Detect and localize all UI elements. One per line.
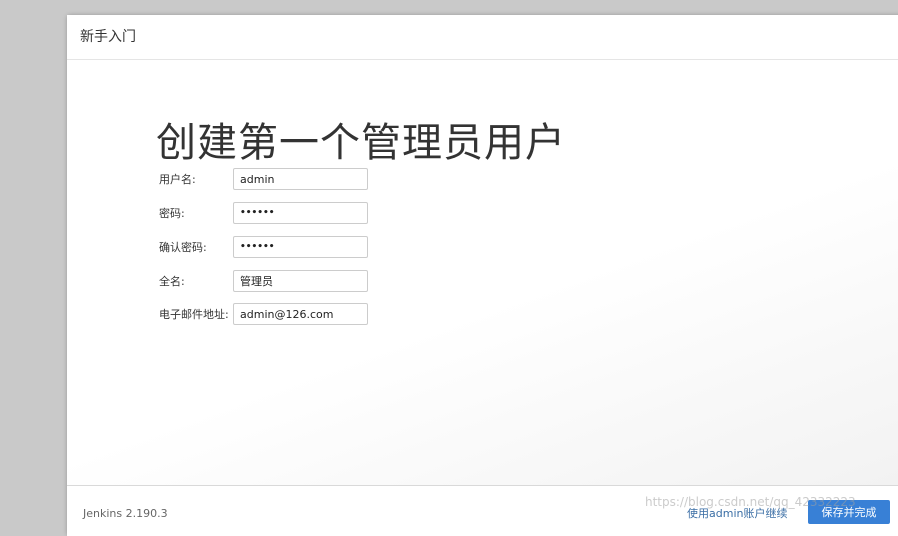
- page-heading: 创建第一个管理员用户: [156, 119, 566, 166]
- password-input[interactable]: [233, 202, 368, 224]
- version-label: Jenkins 2.190.3: [83, 507, 168, 520]
- password-label: 密码:: [159, 207, 185, 220]
- fullname-label: 全名:: [159, 275, 185, 288]
- setup-wizard-dialog: 新手入门 创建第一个管理员用户 用户名: 密码: 确认密码: 全名: 电子邮件地…: [67, 15, 898, 536]
- username-input[interactable]: [233, 168, 368, 190]
- save-and-finish-button[interactable]: 保存并完成: [808, 500, 890, 524]
- dialog-header: 新手入门: [67, 15, 898, 60]
- continue-as-admin-link[interactable]: 使用admin账户继续: [687, 505, 787, 521]
- email-label: 电子邮件地址:: [159, 308, 229, 321]
- dialog-footer: Jenkins 2.190.3 使用admin账户继续 保存并完成: [67, 485, 898, 536]
- email-input[interactable]: [233, 303, 368, 325]
- dialog-body: 创建第一个管理员用户 用户名: 密码: 确认密码: 全名: 电子邮件地址:: [67, 60, 898, 485]
- dialog-title: 新手入门: [80, 29, 136, 45]
- fullname-input[interactable]: [233, 270, 368, 292]
- confirm-password-input[interactable]: [233, 236, 368, 258]
- confirm-password-label: 确认密码:: [159, 241, 207, 254]
- username-label: 用户名:: [159, 173, 196, 186]
